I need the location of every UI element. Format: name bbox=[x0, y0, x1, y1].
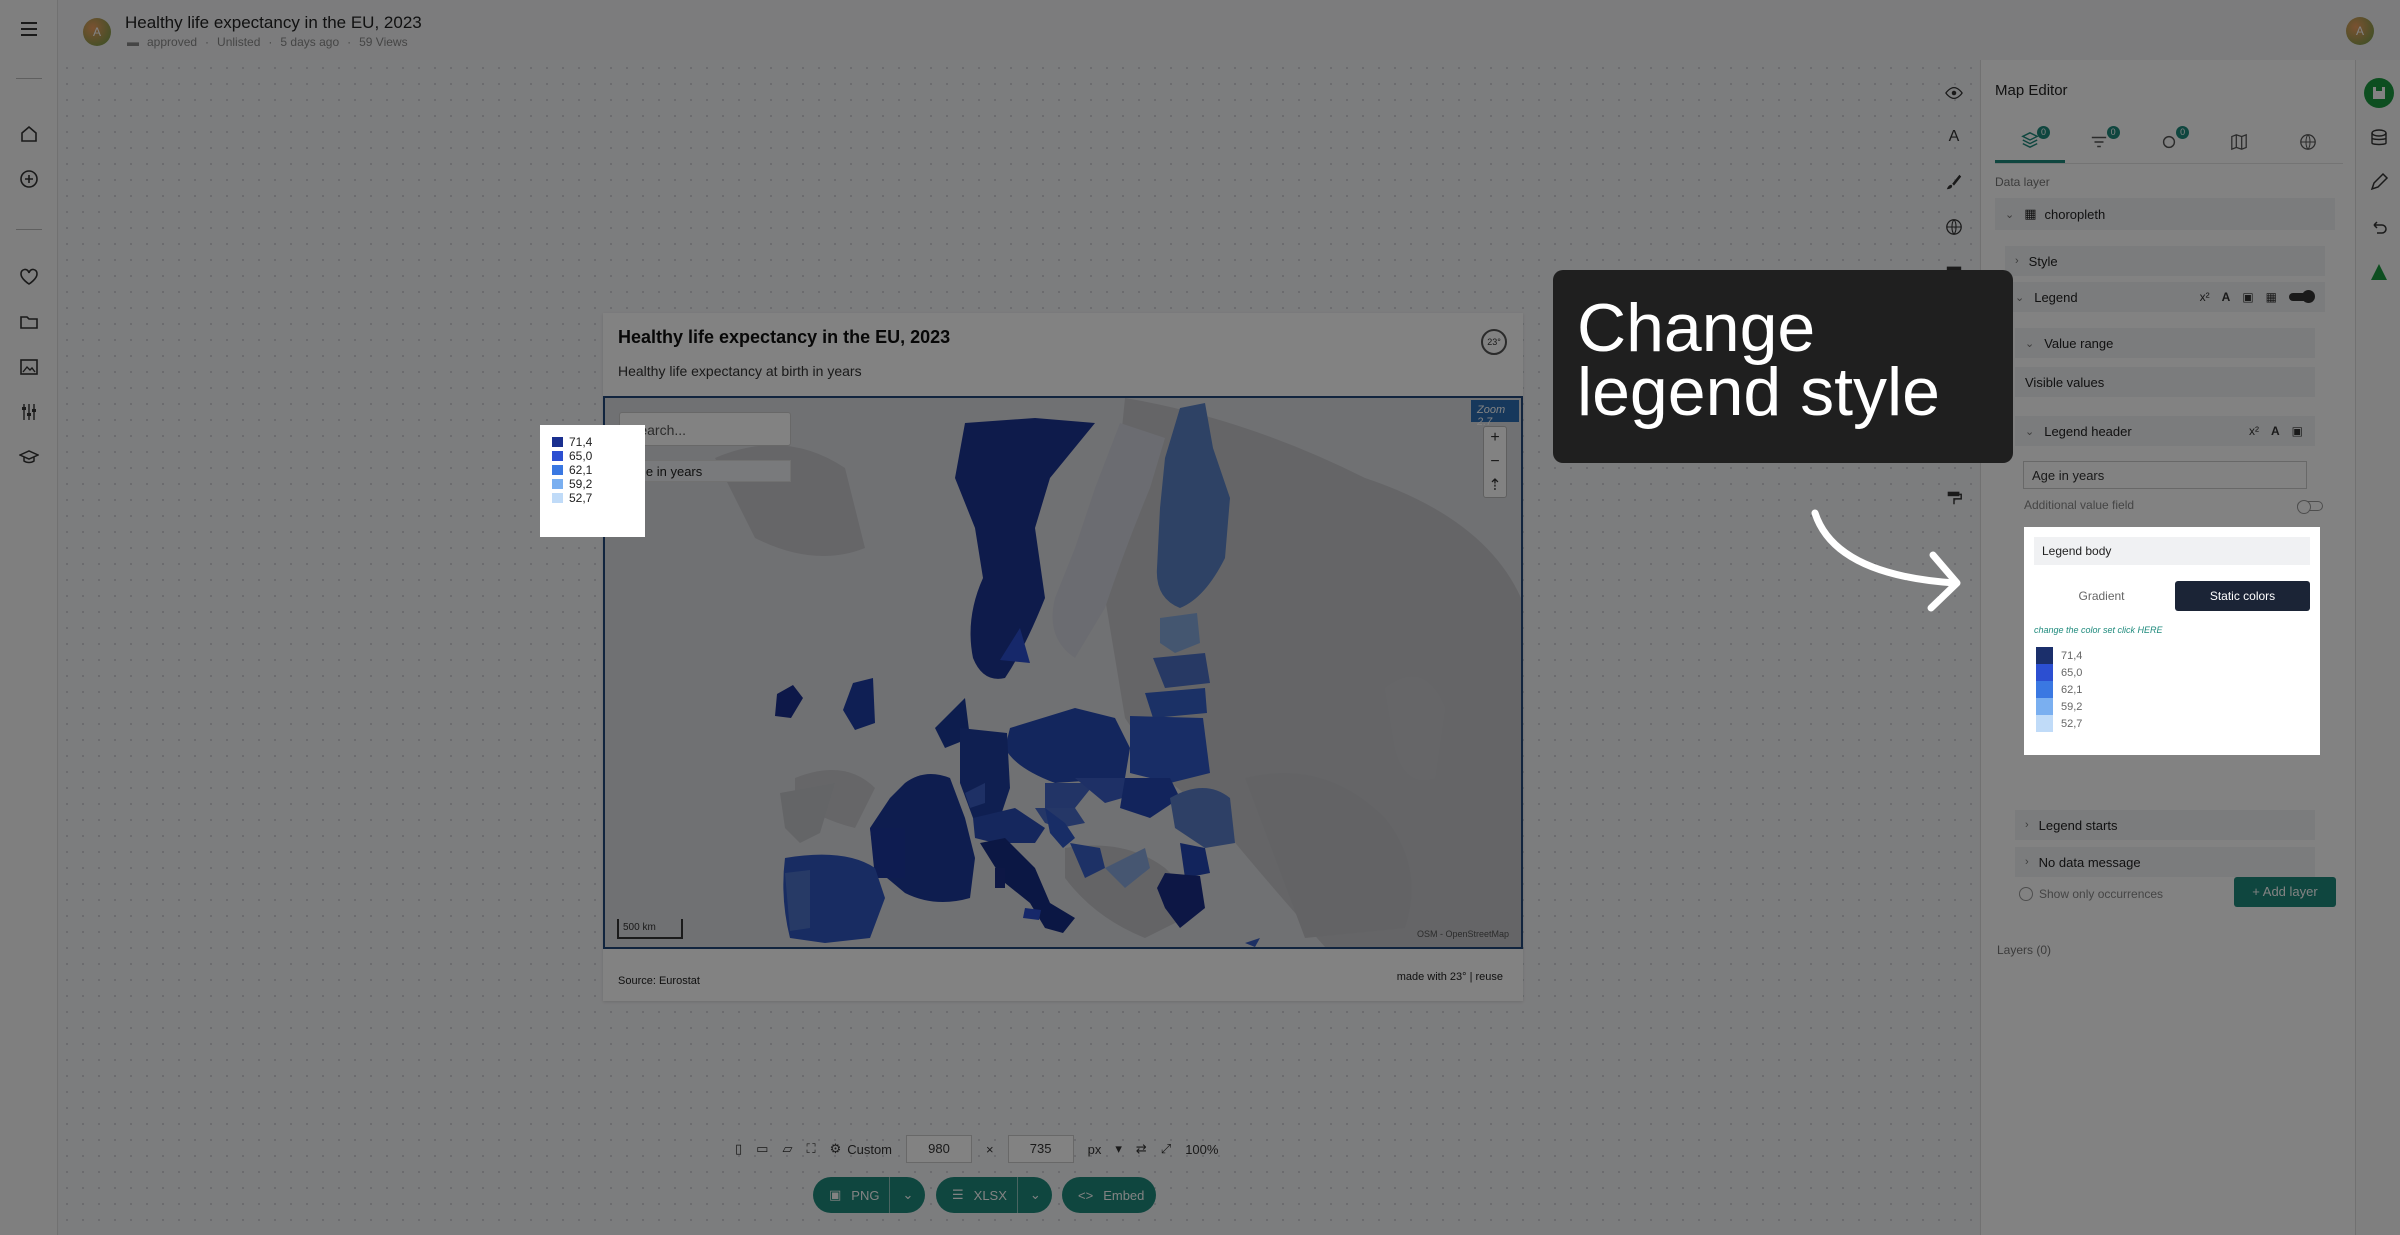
legend-swatch[interactable] bbox=[2036, 647, 2053, 664]
legend-swatch bbox=[552, 437, 563, 447]
legend-body-header[interactable]: Legend body bbox=[2034, 537, 2310, 565]
legend-label: 71,4 bbox=[569, 435, 593, 449]
legend-label: 65,0 bbox=[2061, 666, 2083, 679]
legend-mode-switch: Gradient Static colors bbox=[2034, 581, 2310, 611]
legend-item[interactable]: 71,4 bbox=[2036, 647, 2082, 664]
legend-swatch bbox=[552, 479, 563, 489]
legend-swatch bbox=[552, 493, 563, 503]
legend-label: 71,4 bbox=[2061, 649, 2083, 662]
legend-label: 52,7 bbox=[2061, 717, 2083, 730]
legend-item: 52,7 bbox=[552, 491, 632, 505]
legend-item: 62,1 bbox=[552, 463, 632, 477]
legend-label: 59,2 bbox=[2061, 700, 2083, 713]
legend-swatch bbox=[552, 451, 563, 461]
legend-body-highlight: Legend body Gradient Static colors chang… bbox=[2024, 527, 2320, 755]
arrow-icon bbox=[1811, 509, 1961, 612]
legend-swatch[interactable] bbox=[2036, 681, 2053, 698]
legend-item[interactable]: 59,2 bbox=[2036, 698, 2082, 715]
legend-label: 52,7 bbox=[569, 491, 593, 505]
legend-body-preview: 71,4 65,0 62,1 59,2 52,7 bbox=[2036, 647, 2082, 732]
gradient-option[interactable]: Gradient bbox=[2034, 581, 2169, 611]
static-colors-option[interactable]: Static colors bbox=[2175, 581, 2310, 611]
legend-swatch[interactable] bbox=[2036, 698, 2053, 715]
legend-item[interactable]: 52,7 bbox=[2036, 715, 2082, 732]
legend-label: 62,1 bbox=[2061, 683, 2083, 696]
legend-label: 65,0 bbox=[569, 449, 593, 463]
legend-item: 59,2 bbox=[552, 477, 632, 491]
legend-label: 62,1 bbox=[569, 463, 593, 477]
map-legend: 71,4 65,0 62,1 59,2 52,7 bbox=[552, 435, 632, 525]
legend-item[interactable]: 62,1 bbox=[2036, 681, 2082, 698]
legend-swatch[interactable] bbox=[2036, 664, 2053, 681]
color-set-link[interactable]: change the color set click HERE bbox=[2034, 625, 2163, 635]
legend-swatch bbox=[552, 465, 563, 475]
legend-swatch[interactable] bbox=[2036, 715, 2053, 732]
map-legend-highlight[interactable]: 71,4 65,0 62,1 59,2 52,7 bbox=[540, 425, 645, 537]
legend-item: 71,4 bbox=[552, 435, 632, 449]
legend-label: 59,2 bbox=[569, 477, 593, 491]
legend-item[interactable]: 65,0 bbox=[2036, 664, 2082, 681]
legend-item: 65,0 bbox=[552, 449, 632, 463]
tutorial-callout: Change legend style bbox=[1553, 270, 2013, 463]
